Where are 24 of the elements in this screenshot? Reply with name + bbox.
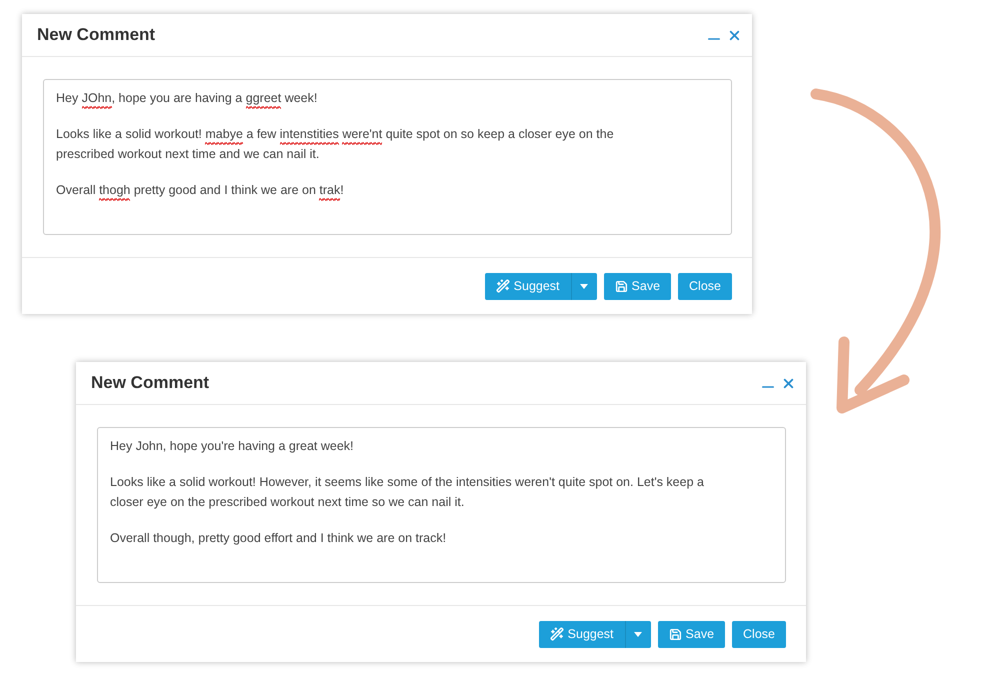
save-button[interactable]: Save (658, 620, 726, 648)
comment-text: Overall though, pretty good effort and I think we are on track! (110, 530, 448, 547)
save-icon (668, 628, 682, 640)
comment-text: Hey JOhn, hope you are having a ggreet week! (56, 89, 719, 109)
dialog-title: New Comment (91, 373, 210, 393)
comment-text: Overall thogh pretty good and I think we are on trak! (56, 181, 719, 201)
dropdown-button[interactable] (624, 620, 651, 648)
comment-text: Looks like a solid workout! mabye a few intenstities were'nt quite spot on so keep a closer eye on the prescribed workout next time and we can nail it. (56, 126, 615, 163)
magic-wand-icon (550, 627, 564, 641)
save-icon (614, 280, 628, 292)
suggest-button[interactable]: Suggest (484, 272, 571, 300)
save-button[interactable]: Save (604, 272, 672, 300)
comment-field[interactable] (43, 79, 732, 235)
comment-field[interactable] (97, 427, 786, 583)
caret-icon (580, 284, 588, 288)
close-button[interactable]: Close (732, 620, 786, 648)
magic-wand-icon (496, 279, 510, 293)
close-button[interactable]: Close (678, 272, 732, 300)
dialog-title: New Comment (37, 25, 156, 45)
dropdown-button[interactable] (570, 272, 597, 300)
suggest-button[interactable]: Suggest (538, 620, 625, 648)
comment-text: Hey John, hope you're having a great week! (110, 438, 355, 455)
caret-icon (634, 632, 642, 636)
comment-text: Looks like a solid workout! However, it seems like some of the intensities weren't quite spot on. Let's keep a closer eye on the prescribed workout next time so we can nail it. (110, 474, 705, 511)
